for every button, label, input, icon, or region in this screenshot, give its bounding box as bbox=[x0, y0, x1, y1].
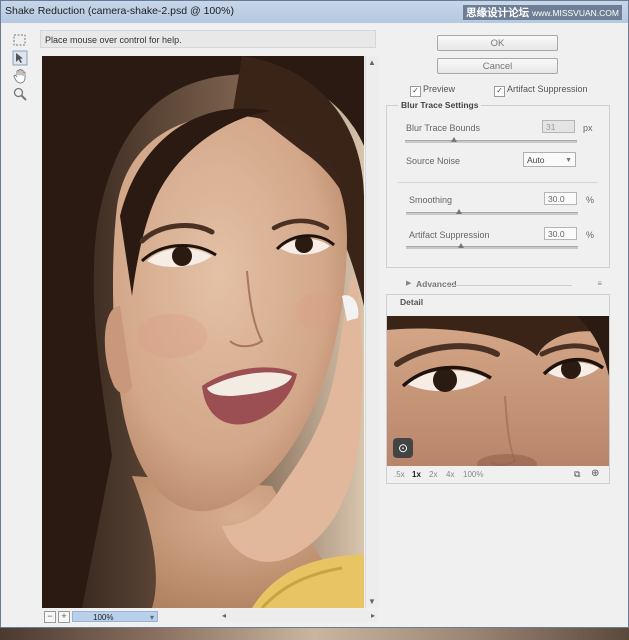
scroll-right-icon[interactable]: ▸ bbox=[371, 611, 375, 620]
preview-vertical-scrollbar[interactable]: ▲ ▼ bbox=[365, 56, 378, 608]
checkmark-icon: ✓ bbox=[410, 86, 421, 97]
artifact-suppression-field[interactable]: 30.0 bbox=[544, 227, 577, 240]
marquee-icon[interactable] bbox=[12, 32, 28, 48]
source-noise-value: Auto bbox=[527, 155, 545, 165]
lock-loupe-icon[interactable]: ⊙ bbox=[393, 438, 413, 458]
advanced-label: Advanced bbox=[416, 279, 457, 289]
zoom-icon[interactable] bbox=[12, 86, 28, 102]
portrait-photo bbox=[42, 56, 364, 608]
blur-trace-bounds-unit: px bbox=[583, 123, 593, 133]
copy-detail-icon[interactable]: ⧉ bbox=[574, 469, 580, 480]
blur-estimation-icon[interactable] bbox=[12, 50, 28, 66]
blur-trace-settings-title: Blur Trace Settings bbox=[398, 100, 482, 110]
artifact-suppression-unit: % bbox=[586, 230, 595, 240]
detail-photo bbox=[387, 316, 609, 466]
artifact-suppression-label: Artifact Suppression bbox=[507, 84, 588, 94]
preview-horizontal-scrollbar[interactable]: ◂ ▸ bbox=[220, 610, 377, 622]
artifact-suppression-slider[interactable] bbox=[406, 246, 578, 249]
smoothing-field[interactable]: 30.0 bbox=[544, 192, 577, 205]
scroll-left-icon[interactable]: ◂ bbox=[222, 611, 226, 620]
panel-menu-icon[interactable]: ≡ bbox=[597, 279, 602, 288]
blur-trace-bounds-label: Blur Trace Bounds bbox=[406, 123, 481, 133]
background-photo-strip bbox=[0, 628, 629, 640]
artifact-suppression-thumb[interactable] bbox=[458, 243, 464, 248]
checkmark-icon: ✓ bbox=[494, 86, 505, 97]
watermark-text: 思缘设计论坛 bbox=[466, 7, 530, 19]
artifact-suppression-setting-label: Artifact Suppression bbox=[409, 230, 490, 240]
smoothing-slider[interactable] bbox=[406, 212, 578, 215]
preview-checkbox[interactable]: ✓ Preview bbox=[410, 84, 455, 97]
source-noise-label: Source Noise bbox=[406, 156, 461, 166]
blur-trace-bounds-slider[interactable] bbox=[405, 140, 577, 143]
watermark: 思缘设计论坛 www.MISSVUAN.COM bbox=[463, 5, 622, 20]
detail-title: Detail bbox=[400, 297, 424, 307]
scroll-up-icon[interactable]: ▲ bbox=[368, 58, 376, 67]
smoothing-thumb[interactable] bbox=[456, 209, 462, 214]
detail-zoom-100[interactable]: 100% bbox=[463, 470, 483, 479]
zoom-level-field[interactable]: 100% ▾ bbox=[72, 611, 158, 622]
chevron-down-icon[interactable]: ▾ bbox=[150, 612, 154, 623]
detail-loupe[interactable]: ⊙ bbox=[387, 316, 609, 466]
scroll-down-icon[interactable]: ▼ bbox=[368, 597, 376, 606]
ok-button[interactable]: OK bbox=[437, 35, 558, 51]
advanced-rule bbox=[446, 285, 572, 286]
source-noise-select[interactable]: Auto ▼ bbox=[523, 152, 576, 167]
expand-triangle-icon: ▶ bbox=[406, 280, 412, 287]
cancel-button[interactable]: Cancel bbox=[437, 58, 558, 74]
preview-label: Preview bbox=[423, 84, 456, 94]
blur-trace-bounds-field[interactable]: 31 bbox=[542, 120, 575, 133]
hand-icon[interactable] bbox=[12, 68, 28, 84]
zoom-out-button[interactable]: − bbox=[44, 611, 56, 623]
help-bar: Place mouse over control for help. bbox=[40, 30, 376, 48]
detail-zoom-4x[interactable]: 4x bbox=[446, 470, 454, 479]
target-icon[interactable]: ⊕ bbox=[591, 468, 599, 479]
chevron-down-icon: ▼ bbox=[565, 157, 572, 164]
artifact-suppression-checkbox[interactable]: ✓ Artifact Suppression bbox=[494, 84, 588, 97]
advanced-section-header[interactable]: ▶ Advanced ≡ bbox=[386, 279, 610, 291]
zoom-bar: − + 100% ▾ bbox=[42, 611, 222, 623]
window-title: Shake Reduction (camera-shake-2.psd @ 10… bbox=[5, 5, 234, 17]
zoom-level-value: 100% bbox=[93, 613, 114, 622]
detail-zoom-half[interactable]: .5x bbox=[394, 470, 405, 479]
preview-canvas[interactable] bbox=[42, 56, 364, 608]
detail-zoom-1x[interactable]: 1x bbox=[412, 470, 421, 479]
smoothing-unit: % bbox=[586, 195, 595, 205]
zoom-in-button[interactable]: + bbox=[58, 611, 70, 623]
smoothing-label: Smoothing bbox=[409, 195, 453, 205]
divider bbox=[398, 182, 598, 183]
watermark-url: www.MISSVUAN.COM bbox=[532, 8, 619, 18]
detail-zoom-2x[interactable]: 2x bbox=[429, 470, 437, 479]
title-bar: Shake Reduction (camera-shake-2.psd @ 10… bbox=[1, 1, 628, 23]
blur-trace-bounds-thumb[interactable] bbox=[451, 137, 457, 142]
